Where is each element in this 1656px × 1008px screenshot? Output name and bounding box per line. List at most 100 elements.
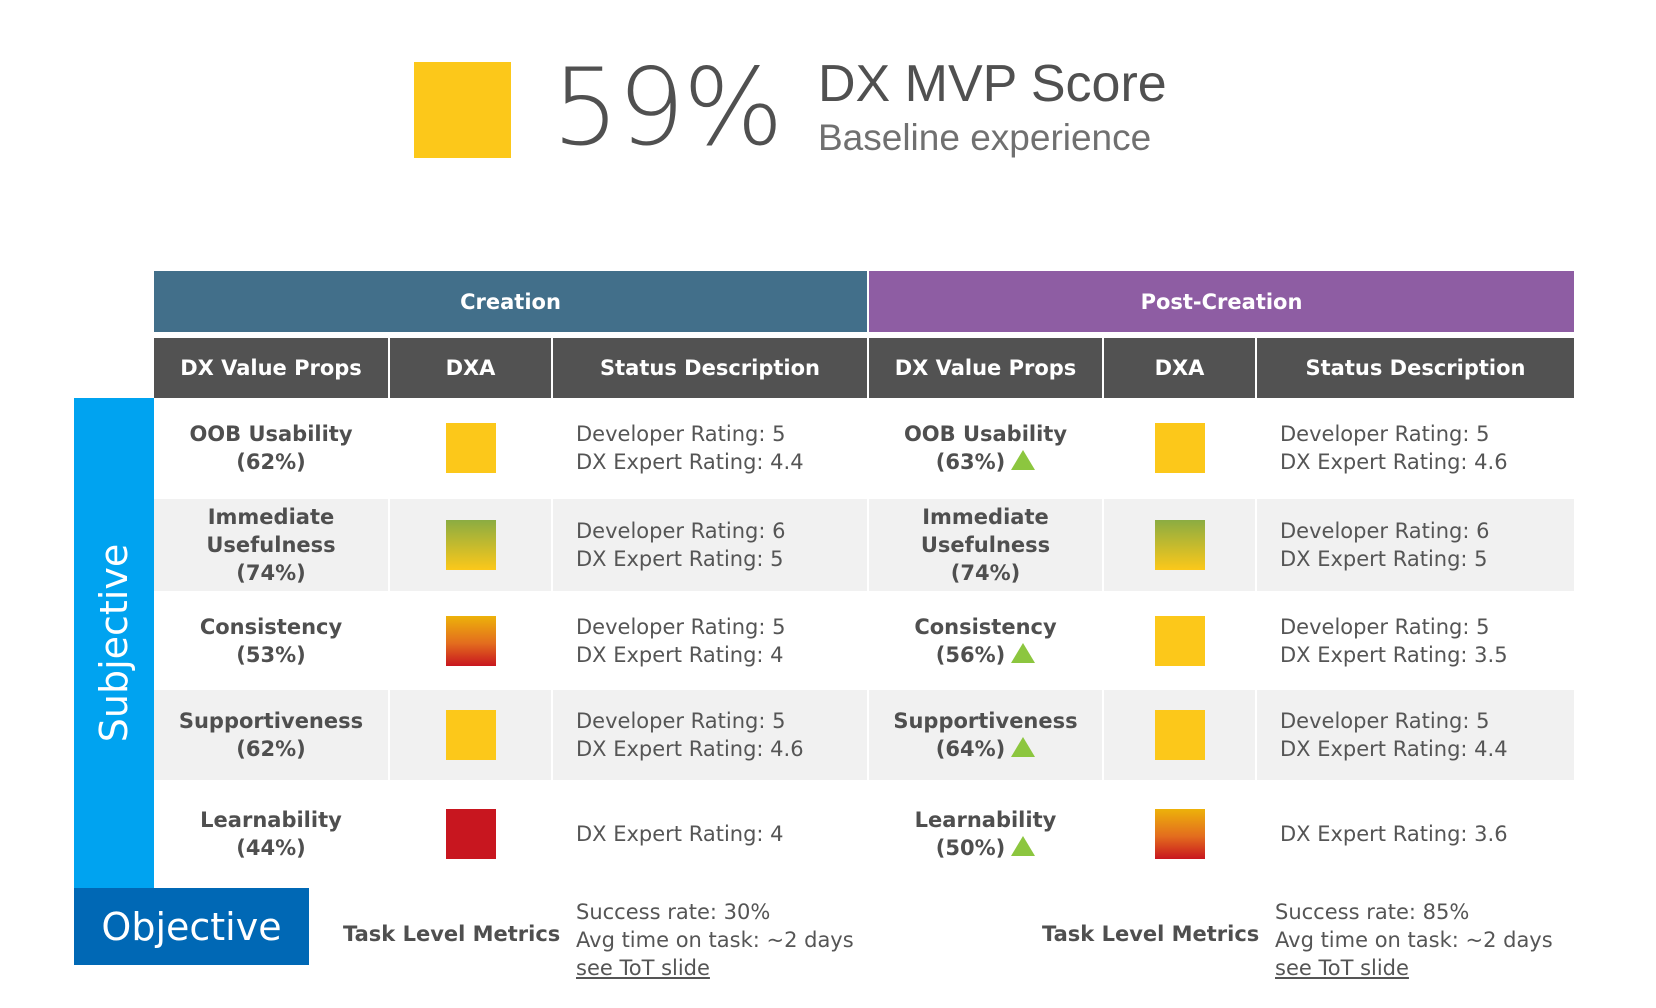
value-prop-percent: (63%) [936,448,1036,476]
percent-text: (53%) [236,642,306,667]
dxa-status-swatch [445,520,496,570]
percent-text: (62%) [236,449,306,474]
status-line: DX Expert Rating: 3.6 [1280,822,1508,846]
table-row: Learnability (44%) DX Expert Rating: 4 Lear… [154,782,1574,888]
value-prop-percent: (50%) [935,834,1036,862]
dxa-status-swatch [445,422,496,473]
dxa-status-swatch [1154,520,1205,570]
value-prop-name: Consistency [199,614,343,639]
value-prop-percent: (64%) [935,735,1036,763]
value-prop-name: OOB Usability [903,421,1068,446]
status-description-cell: DX Expert Rating: 3.6 [1257,782,1574,886]
task-level-metrics-post-creation: Success rate: 85% Avg time on task: ~2 d… [1275,898,1553,982]
column-header-dxa: DXA [1104,338,1255,398]
see-tot-slide-link[interactable]: see ToT slide [576,956,710,980]
value-prop-cell: OOB Usability (62%) [154,398,388,497]
table-row: Supportiveness (62%) Developer Rating: 5 DX… [154,690,1574,782]
status-description-cell: Developer Rating: 5 DX Expert Rating: 4.4 [553,398,867,497]
status-line: DX Expert Rating: 3.5 [1280,642,1508,667]
column-header-value-props: DX Value Props [154,338,388,398]
column-header-dxa: DXA [390,338,551,398]
status-line: DX Expert Rating: 5 [576,547,784,571]
value-prop-cell: OOB Usability (63%) [869,398,1102,497]
task-level-metrics-label: Task Level Metrics [343,922,561,946]
see-tot-slide-link[interactable]: see ToT slide [1275,956,1409,980]
value-prop-cell: Consistency (56%) [869,593,1102,688]
status-line: DX Expert Rating: 4.6 [576,737,804,761]
task-level-metrics-creation: Success rate: 30% Avg time on task: ~2 d… [576,898,854,982]
status-description-cell: Developer Rating: 5 DX Expert Rating: 4 [553,593,867,688]
status-line: Developer Rating: 5 [1280,421,1490,446]
value-prop-percent: (74%) [951,559,1020,587]
dxa-cell [390,782,551,886]
status-line: Developer Rating: 5 [1280,614,1490,639]
status-line: Developer Rating: 6 [576,519,786,543]
dxa-status-swatch [445,809,496,859]
value-prop-name: Immediate Usefulness [206,505,336,557]
value-prop-percent: (74%) [236,559,305,587]
score-value: 59% [552,46,784,169]
table-row: Immediate Usefulness (74%) Developer Ratin… [154,499,1574,593]
dxa-cell [1104,593,1255,688]
status-description-cell: Developer Rating: 5 DX Expert Rating: 3.5 [1257,593,1574,688]
status-description-cell: Developer Rating: 6 DX Expert Rating: 5 [553,499,867,591]
trend-up-icon [1011,642,1036,663]
status-line: DX Expert Rating: 4.4 [576,449,804,474]
value-prop-cell: Immediate Usefulness (74%) [154,499,388,591]
status-line: DX Expert Rating: 4 [576,642,784,667]
column-header-status: Status Description [553,338,867,398]
status-description-cell: Developer Rating: 5 DX Expert Rating: 4.4 [1257,690,1574,780]
dxa-status-swatch [1154,710,1205,760]
status-line: Developer Rating: 6 [1280,519,1490,543]
dxa-cell [390,690,551,780]
percent-text: (44%) [236,836,306,860]
dxa-cell [1104,782,1255,886]
percent-text: (64%) [935,737,1006,761]
percent-text: (50%) [935,836,1006,860]
avg-time-on-task: Avg time on task: ~2 days [576,928,854,952]
status-description-cell: Developer Rating: 6 DX Expert Rating: 5 [1257,499,1574,591]
value-prop-name: Learnability [200,808,342,832]
value-prop-name: Consistency [914,614,1057,639]
value-prop-cell: Supportiveness (64%) [869,690,1102,780]
dxa-status-swatch [1154,422,1205,473]
value-prop-percent: (56%) [935,641,1036,669]
score-status-swatch [414,62,511,158]
value-prop-cell: Learnability (44%) [154,782,388,886]
status-description-cell: Developer Rating: 5 DX Expert Rating: 4.6 [553,690,867,780]
dxa-status-swatch [1154,809,1205,859]
page-title: DX MVP Score [818,55,1167,113]
table-row: OOB Usability (62%) Developer Rating: 5 DX … [154,398,1574,499]
avg-time-on-task: Avg time on task: ~2 days [1275,928,1553,952]
status-line: Developer Rating: 5 [1280,709,1490,733]
trend-up-icon [1011,449,1036,470]
column-header-value-props: DX Value Props [869,338,1102,398]
value-prop-cell: Consistency (53%) [154,593,388,688]
dxa-cell [1104,398,1255,497]
dxa-cell [1104,499,1255,591]
status-line: Developer Rating: 5 [576,614,786,639]
dxa-status-swatch [445,615,496,666]
dxa-status-swatch [1154,615,1205,666]
status-line: DX Expert Rating: 5 [1280,547,1488,571]
percent-text: (56%) [935,642,1006,667]
value-prop-percent: (44%) [236,834,305,862]
section-header-post-creation: Post-Creation [869,271,1574,332]
value-prop-percent: (62%) [236,735,305,763]
success-rate: Success rate: 85% [1275,900,1470,924]
value-prop-percent: (53%) [236,641,305,669]
value-prop-cell: Immediate Usefulness (74%) [869,499,1102,591]
value-prop-name: OOB Usability [189,421,353,446]
table-row: Consistency (53%) Developer Rating: 5 DX Ex… [154,593,1574,690]
status-line: DX Expert Rating: 4.4 [1280,737,1508,761]
trend-up-icon [1011,737,1036,757]
dxa-status-swatch [445,710,496,760]
subjective-category-label: Subjective [92,543,137,743]
status-description-cell: DX Expert Rating: 4 [553,782,867,886]
percent-text: (62%) [236,737,306,761]
value-prop-name: Learnability [914,808,1057,832]
percent-text: (74%) [950,561,1021,585]
dxa-cell [390,499,551,591]
task-level-metrics-label: Task Level Metrics [1042,922,1260,946]
status-line: Developer Rating: 5 [576,421,786,446]
